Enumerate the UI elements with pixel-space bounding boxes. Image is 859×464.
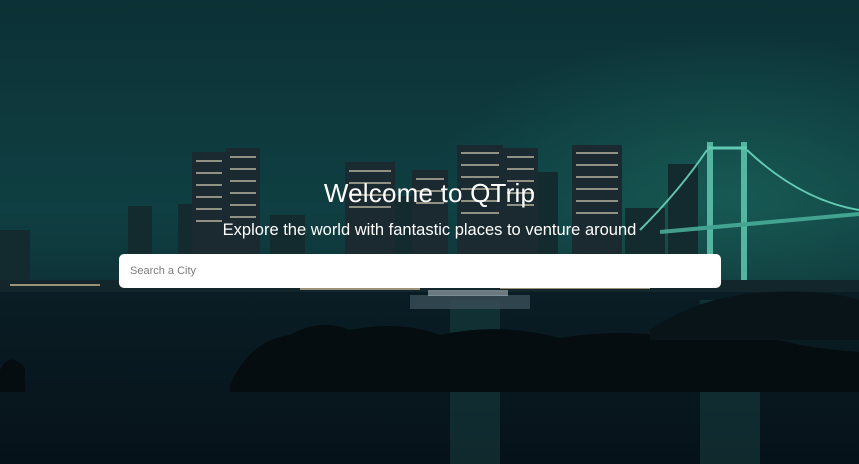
page-title: Welcome to QTrip — [323, 178, 536, 208]
hero-content: Welcome to QTrip Explore the world with … — [0, 0, 859, 464]
page-subtitle: Explore the world with fantastic places … — [222, 221, 637, 239]
city-search-input[interactable] — [119, 254, 721, 288]
